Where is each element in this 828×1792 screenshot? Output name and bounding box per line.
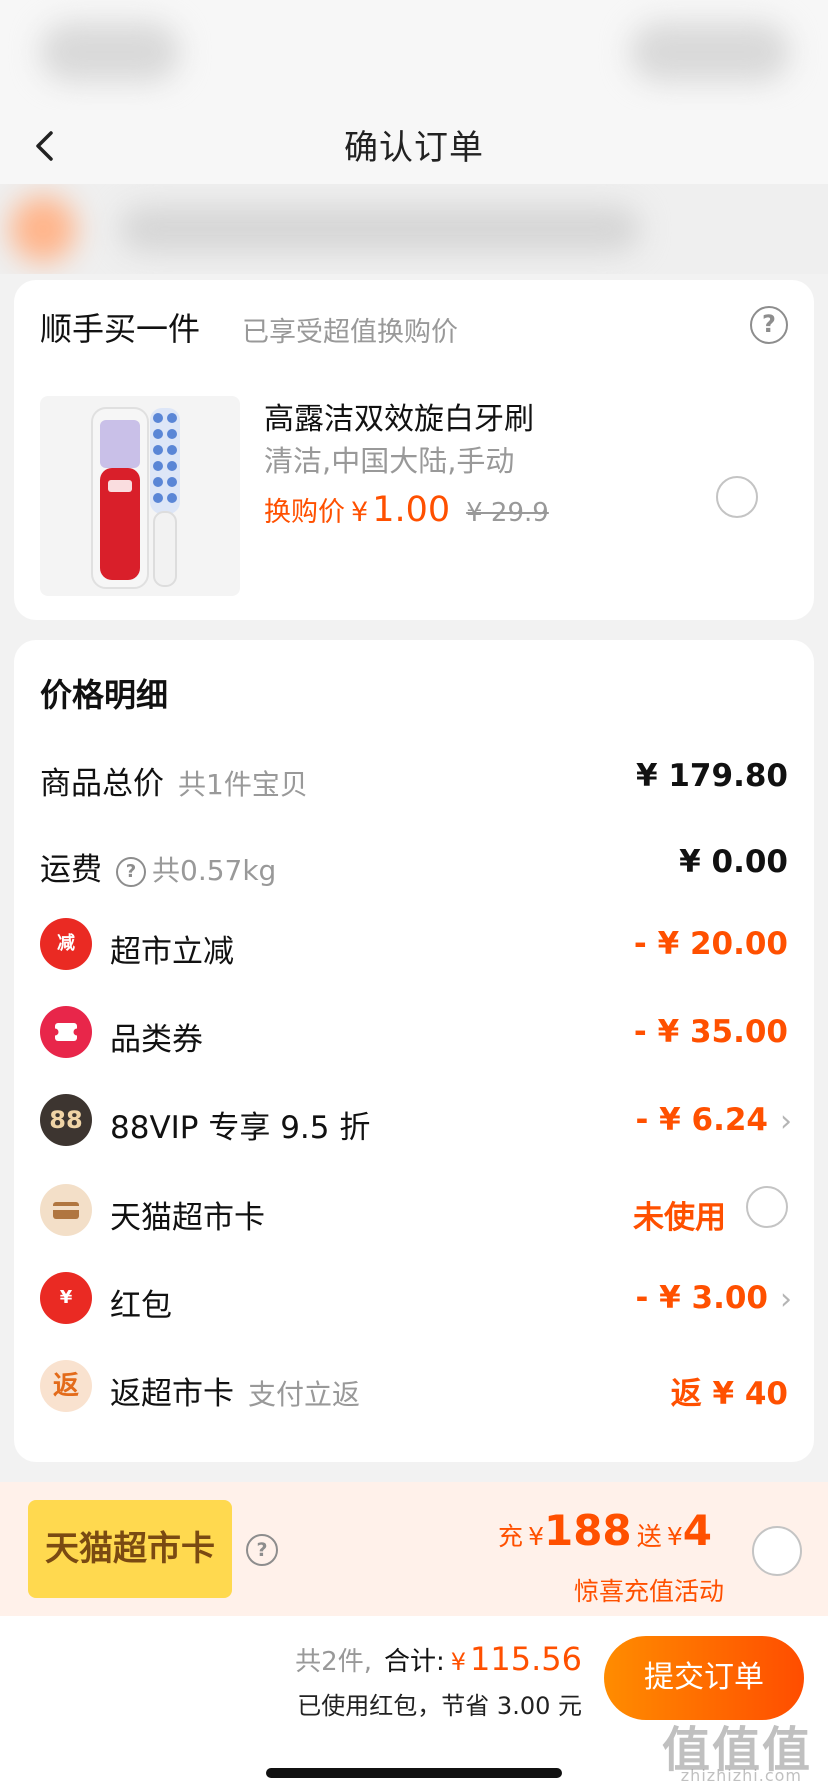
row-tmall-card[interactable]: 天猫超市卡 未使用 (14, 1180, 814, 1240)
tmall-card-badge: 天猫超市卡 (28, 1500, 232, 1598)
currency-symbol: ¥ (351, 497, 369, 528)
row-note: 共1件宝贝 (178, 768, 308, 801)
addon-title: 顺手买一件 (40, 310, 201, 348)
recharge-promo[interactable]: 天猫超市卡 ? 充 ¥188 送 ¥4 惊喜充值活动 (0, 1482, 828, 1616)
status-time-blurred (40, 22, 180, 82)
checkout-bar: 共2件, 合计: ¥115.56 已使用红包，节省 3.00 元 提交订单 值值值 … (0, 1616, 828, 1792)
navigation-bar: 确认订单 (0, 110, 828, 184)
goods-total-value: ¥ 179.80 (636, 758, 788, 794)
row-supermarket-discount: 减 超市立减 - ¥ 20.00 (14, 914, 814, 974)
status-icons-blurred (630, 22, 790, 82)
category-coupon-value: - ¥ 35.00 (633, 1014, 788, 1050)
address-text-blurred (120, 206, 640, 252)
page-title: 确认订单 (344, 128, 484, 168)
row-88vip-discount[interactable]: 88 88VIP 专享 9.5 折 - ¥ 6.24 › (14, 1090, 814, 1150)
recharge-radio[interactable] (752, 1526, 802, 1576)
item-count: 共2件, (295, 1647, 372, 1677)
help-icon[interactable]: ? (750, 306, 788, 344)
row-red-packet[interactable]: ¥ 红包 - ¥ 3.00 › (14, 1268, 814, 1328)
tmall-card-status: 未使用 (633, 1200, 726, 1236)
chevron-right-icon: › (780, 1282, 792, 1317)
row-note: 支付立返 (248, 1378, 361, 1411)
row-label: 商品总价 共1件宝贝 (40, 766, 308, 802)
row-cashback-card: 返 返超市卡 支付立返 返 ¥ 40 (14, 1356, 814, 1416)
row-label: 超市立减 (110, 934, 234, 970)
product-price-row: 换购价 ¥ 1.00 ¥ 29.9 (264, 490, 549, 530)
product-thumbnail[interactable] (40, 396, 240, 596)
row-category-coupon[interactable]: 品类券 - ¥ 35.00 (14, 1002, 814, 1062)
exchange-price-label: 换购价 (264, 497, 345, 528)
row-label: 品类券 (110, 1022, 203, 1058)
exchange-price: 1.00 (372, 490, 451, 530)
row-note: 共0.57kg (152, 854, 277, 887)
88vip-icon: 88 (40, 1094, 92, 1146)
shipping-value: ¥ 0.00 (679, 844, 788, 880)
total-label: 合计: (383, 1647, 445, 1677)
help-icon[interactable]: ? (116, 857, 146, 887)
addon-select-radio[interactable] (716, 476, 758, 518)
card-icon (40, 1184, 92, 1236)
price-detail-card: 价格明细 商品总价 共1件宝贝 ¥ 179.80 运费? 共0.57kg ¥ 0.0… (14, 640, 814, 1462)
status-bar (0, 0, 828, 110)
tmall-card-radio[interactable] (746, 1186, 788, 1228)
88vip-discount-value: - ¥ 6.24 (635, 1102, 768, 1138)
supermarket-discount-value: - ¥ 20.00 (633, 926, 788, 962)
help-icon[interactable]: ? (246, 1534, 278, 1566)
submit-order-button[interactable]: 提交订单 (604, 1636, 804, 1720)
promo-note: 惊喜充值活动 (573, 1577, 724, 1606)
savings-note: 已使用红包，节省 3.00 元 (297, 1692, 582, 1720)
watermark-url: zhizhizhi.com (680, 1766, 802, 1785)
original-price: ¥ 29.9 (466, 498, 549, 528)
home-indicator (266, 1768, 562, 1778)
row-label: 88VIP 专享 9.5 折 (110, 1110, 371, 1146)
gift-amount: 4 (682, 1506, 712, 1555)
row-shipping: 运费? 共0.57kg ¥ 0.00 (14, 832, 814, 892)
cashback-value: 返 ¥ 40 (670, 1376, 788, 1412)
addon-purchase-card: 顺手买一件 已享受超值换购价 ? 高露洁双效旋白牙刷 清洁,中国大陆,手动 换购… (14, 280, 814, 620)
product-spec: 清洁,中国大陆,手动 (264, 444, 515, 478)
discount-icon: 减 (40, 918, 92, 970)
addon-subtitle: 已享受超值换购价 (242, 317, 458, 348)
price-detail-title: 价格明细 (40, 676, 169, 714)
location-icon-blurred (10, 196, 76, 262)
toothbrush-image (91, 407, 180, 589)
row-label: 运费? 共0.57kg (40, 852, 277, 888)
order-total: 共2件, 合计: ¥115.56 (295, 1640, 582, 1678)
product-name[interactable]: 高露洁双效旋白牙刷 (264, 394, 534, 438)
row-label: 返超市卡 支付立返 (110, 1376, 361, 1412)
recharge-offer: 充 ¥188 送 ¥4 (497, 1506, 712, 1555)
red-packet-value: - ¥ 3.00 (635, 1280, 768, 1316)
row-label: 红包 (110, 1288, 172, 1324)
row-label: 天猫超市卡 (110, 1200, 265, 1236)
ticket-icon (40, 1006, 92, 1058)
charge-amount: 188 (543, 1506, 632, 1555)
address-bar-blurred[interactable] (0, 184, 828, 274)
red-packet-icon: ¥ (40, 1272, 92, 1324)
chevron-right-icon: › (780, 1104, 792, 1139)
cashback-icon: 返 (40, 1360, 92, 1412)
total-amount: 115.56 (470, 1640, 582, 1678)
row-goods-total: 商品总价 共1件宝贝 ¥ 179.80 (14, 746, 814, 806)
